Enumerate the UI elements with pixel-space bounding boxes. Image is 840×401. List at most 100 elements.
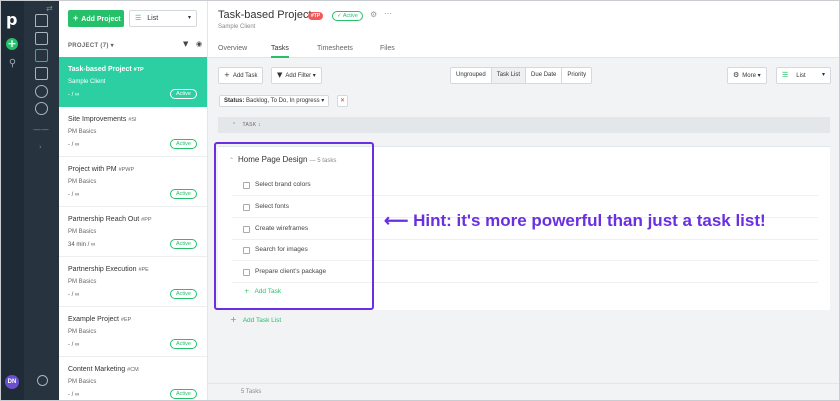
list-icon: ☰: [135, 15, 142, 22]
page-title: Task-based Project: [218, 9, 312, 21]
project-client-name[interactable]: Sample Client: [218, 24, 255, 30]
group-due-date[interactable]: Due Date: [526, 68, 563, 83]
app-logo: p: [6, 10, 18, 29]
more-dots-icon[interactable]: ⋯: [384, 9, 392, 18]
project-item[interactable]: Project with PM #PWP PM Basics - / ∞ Act…: [59, 157, 207, 207]
reports-icon[interactable]: [35, 85, 48, 98]
project-time: - / ∞: [68, 142, 80, 148]
expand-arrow-icon[interactable]: ›: [39, 143, 42, 151]
filter-chip[interactable]: Status: Backlog, To Do, In progress ▾: [219, 95, 330, 107]
nav-column: ⇄ —— ›: [24, 1, 59, 400]
left-rail: p + ⚲ DN: [1, 1, 24, 400]
gear-icon: ⚙: [733, 71, 740, 79]
filter-icon[interactable]: ▼: [183, 40, 188, 48]
more-button[interactable]: ⚙ More ▾: [727, 67, 767, 84]
plus-icon: +: [224, 71, 230, 79]
project-list-panel: + Add Project ☰ List ▾ PROJECT (7) ▾ ▼ ◉ Ta…: [59, 1, 208, 400]
add-task-label: Add Task: [232, 73, 258, 79]
eye-icon[interactable]: ◉: [196, 40, 202, 48]
project-client: PM Basics: [68, 179, 97, 185]
group-priority[interactable]: Priority: [562, 68, 591, 83]
gear-icon[interactable]: ⚙: [370, 10, 377, 19]
project-name: Content Marketing #CM: [68, 366, 139, 373]
project-name: Example Project #EP: [68, 316, 132, 323]
view-select-label: List: [147, 15, 159, 22]
project-time: - / ∞: [68, 92, 80, 98]
filter-chip-value: Backlog, To Do, In progress ▾: [246, 98, 325, 104]
filter-chip-label: Status:: [224, 98, 245, 104]
project-time: 34 min / ∞: [68, 242, 96, 248]
chevron-down-icon: ▾: [187, 15, 191, 21]
help-icon[interactable]: [37, 375, 48, 386]
collapse-icon[interactable]: ⇄: [46, 4, 53, 13]
project-item[interactable]: Example Project #EP PM Basics - / ∞ Acti…: [59, 307, 207, 357]
search-icon[interactable]: ⚲: [7, 58, 18, 69]
project-name: Project with PM #PWP: [68, 166, 135, 173]
highlight-box: [214, 142, 374, 310]
project-item[interactable]: Content Marketing #CM PM Basics - / ∞ Ac…: [59, 357, 207, 400]
more-dots-icon: ——: [33, 125, 49, 134]
collapse-all-icon[interactable]: ⌃: [232, 122, 237, 128]
project-code-tag: #TP: [308, 12, 324, 20]
status-badge: Active: [170, 339, 197, 349]
status-badge: Active: [170, 389, 197, 399]
project-item[interactable]: Partnership Reach Out #PP PM Basics 34 m…: [59, 207, 207, 257]
task-column-header: ⌃ TASK ↕: [218, 117, 830, 133]
view-label: List: [796, 73, 806, 79]
app-window: p + ⚲ DN ⇄ —— › + Add Project ☰ List ▾ PROJ…: [1, 1, 839, 400]
tab-overview[interactable]: Overview: [218, 45, 247, 52]
project-time: - / ∞: [68, 342, 80, 348]
task-column-label[interactable]: TASK ↕: [243, 122, 261, 128]
project-name: Task-based Project #TP: [68, 66, 144, 73]
status-badge: Active: [170, 289, 197, 299]
group-task-list[interactable]: Task List: [491, 68, 527, 83]
project-item[interactable]: Site Improvements #SI PM Basics - / ∞ Ac…: [59, 107, 207, 157]
home-icon[interactable]: [35, 14, 48, 27]
project-item[interactable]: Task-based Project #TP Sample Client - /…: [59, 57, 207, 107]
grouping-selector: Ungrouped Task List Due Date Priority: [450, 67, 593, 84]
tab-tasks[interactable]: Tasks: [271, 45, 289, 58]
clients-icon[interactable]: [35, 32, 48, 45]
plus-icon: +: [73, 13, 79, 23]
tab-files[interactable]: Files: [380, 45, 395, 52]
close-icon[interactable]: ✕: [337, 95, 348, 107]
filter-icon: ▼: [277, 71, 283, 79]
timesheet-icon[interactable]: [35, 67, 48, 80]
add-project-button[interactable]: + Add Project: [68, 10, 124, 27]
project-client: PM Basics: [68, 279, 97, 285]
task-count-footer: 5 Tasks: [208, 383, 839, 400]
status-badge[interactable]: ✓ Active: [332, 11, 363, 21]
project-client: PM Basics: [68, 129, 97, 135]
project-name: Partnership Reach Out #PP: [68, 216, 152, 223]
view-select[interactable]: ☰ List ▾: [776, 67, 831, 84]
chevron-down-icon: ▾: [821, 72, 825, 78]
project-count-header[interactable]: PROJECT (7) ▾: [68, 42, 114, 49]
status-badge: Active: [170, 189, 197, 199]
add-task-list-link[interactable]: + Add Task List: [230, 315, 281, 324]
list-icon: ☰: [782, 71, 789, 79]
status-badge: Active: [170, 89, 197, 99]
status-badge: Active: [170, 239, 197, 249]
project-client: PM Basics: [68, 379, 97, 385]
project-time: - / ∞: [68, 292, 80, 298]
group-ungrouped[interactable]: Ungrouped: [451, 68, 492, 83]
project-client: PM Basics: [68, 229, 97, 235]
add-filter-button[interactable]: ▼ Add Filter ▾: [271, 67, 322, 84]
add-task-button[interactable]: + Add Task: [218, 67, 264, 84]
projects-folder-icon[interactable]: [35, 49, 48, 62]
clock-icon[interactable]: [35, 102, 48, 115]
project-name: Partnership Execution #PE: [68, 266, 149, 273]
project-time: - / ∞: [68, 192, 80, 198]
plus-icon: +: [230, 315, 237, 324]
quick-add-icon[interactable]: +: [6, 38, 18, 50]
status-badge: Active: [170, 139, 197, 149]
add-project-label: Add Project: [81, 16, 121, 23]
add-filter-label: Add Filter ▾: [285, 73, 316, 79]
more-label: More ▾: [742, 73, 761, 79]
project-time: - / ∞: [68, 392, 80, 398]
project-item[interactable]: Partnership Execution #PE PM Basics - / …: [59, 257, 207, 307]
avatar[interactable]: DN: [5, 375, 19, 389]
view-select[interactable]: ☰ List ▾: [129, 10, 197, 27]
tab-timesheets[interactable]: Timesheets: [317, 45, 353, 52]
project-client: PM Basics: [68, 329, 97, 335]
